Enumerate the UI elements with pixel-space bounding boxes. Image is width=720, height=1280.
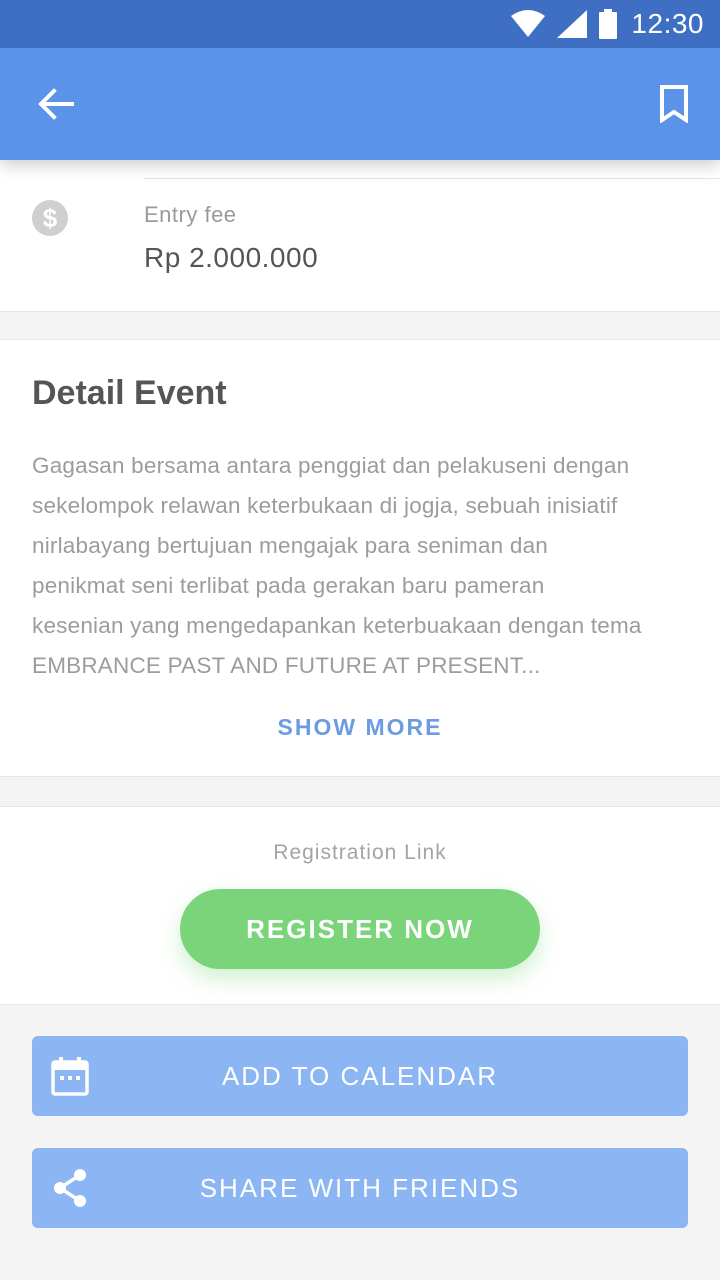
signal-icon — [557, 10, 588, 38]
add-to-calendar-label: ADD TO CALENDAR — [221, 1060, 499, 1091]
description-line: penikmat seni terlibat pada gerakan baru… — [32, 573, 545, 598]
event-description: Gagasan bersama antara penggiat dan pela… — [32, 446, 692, 686]
share-with-friends-button[interactable]: SHARE WITH FRIENDS — [32, 1148, 688, 1228]
calendar-icon — [50, 1056, 90, 1096]
detail-event-section: Detail Event Gagasan bersama antara peng… — [0, 339, 720, 777]
app-bar — [0, 48, 720, 160]
battery-icon — [599, 9, 618, 39]
bookmark-icon — [660, 85, 688, 123]
wifi-icon — [511, 10, 546, 38]
entry-fee-section: $ Entry fee Rp 2.000.000 — [0, 160, 720, 312]
description-line: nirlabayang bertujuan mengajak para seni… — [32, 533, 548, 558]
back-button[interactable] — [26, 74, 86, 134]
bookmark-button[interactable] — [644, 74, 704, 134]
registration-label: Registration Link — [273, 841, 447, 864]
description-line: EMBRANCE PAST AND FUTURE AT PRESENT... — [32, 653, 541, 678]
arrow-left-icon — [38, 88, 74, 120]
add-to-calendar-button[interactable]: ADD TO CALENDAR — [32, 1036, 688, 1116]
show-more-button[interactable]: SHOW MORE — [0, 714, 720, 741]
entry-fee-value: Rp 2.000.000 — [144, 242, 319, 273]
description-line: sekelompok relawan keterbukaan di jogja,… — [32, 493, 618, 518]
entry-fee-label: Entry fee — [144, 202, 237, 227]
divider — [144, 178, 720, 179]
status-time: 12:30 — [631, 8, 704, 39]
description-line: Gagasan bersama antara penggiat dan pela… — [32, 453, 630, 478]
status-bar: 12:30 — [0, 0, 720, 48]
dollar-icon: $ — [32, 200, 68, 236]
share-icon — [50, 1168, 90, 1208]
share-with-friends-label: SHARE WITH FRIENDS — [199, 1172, 521, 1203]
registration-section: Registration Link REGISTER NOW — [0, 806, 720, 1005]
description-line: kesenian yang mengedapankan keterbuakaan… — [32, 613, 642, 638]
svg-text:$: $ — [43, 203, 58, 233]
section-title: Detail Event — [32, 374, 227, 412]
register-now-button[interactable]: REGISTER NOW — [180, 889, 540, 969]
